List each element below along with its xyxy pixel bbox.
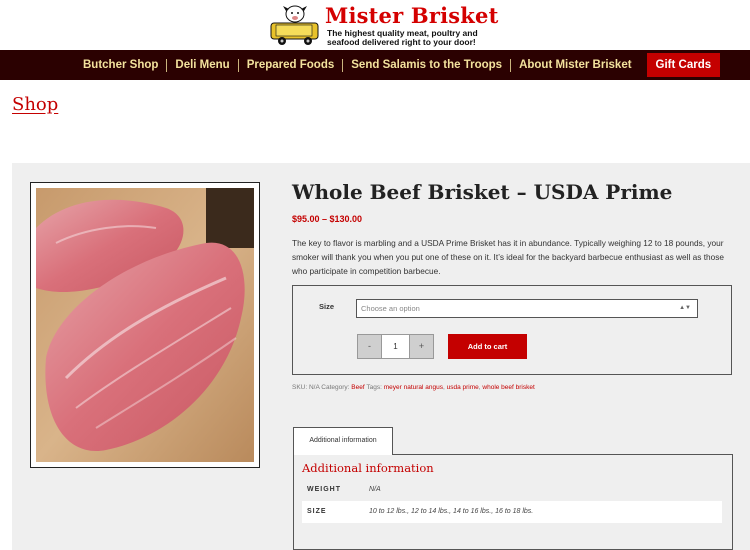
meatmobile-truck-icon [270,5,319,45]
nav-butcher-shop[interactable]: Butcher Shop [75,59,166,71]
tags-label: Tags: [366,384,382,391]
nav-send-salamis[interactable]: Send Salamis to the Troops [343,59,510,71]
nav-about[interactable]: About Mister Brisket [511,59,639,71]
brisket-photo-icon [36,188,254,462]
attribute-value: N/A [369,486,381,493]
category-link-beef[interactable]: Beef [351,384,364,391]
tab-additional-information[interactable]: Additional information [293,427,393,455]
attribute-value: 10 to 12 lbs., 12 to 14 lbs., 14 to 16 l… [369,508,534,515]
product-meta: SKU: N/A Category: Beef Tags: meyer natu… [292,384,535,391]
quantity-increase-button[interactable]: + [409,334,434,359]
brand-tagline: The highest quality meat, poultry and se… [327,29,478,47]
attribute-row-size: SIZE 10 to 12 lbs., 12 to 14 lbs., 14 to… [302,501,722,523]
size-select[interactable]: Choose an option ▲▼ [356,299,698,318]
tagline-line-2: seafood delivered right to your door! [327,37,476,47]
size-select-value: Choose an option [361,304,420,313]
panel-title: Additional information [302,461,434,475]
brand-name: Mister Brisket [325,3,499,28]
product-image[interactable] [30,182,260,468]
site-header: Mister Brisket The highest quality meat,… [0,0,750,50]
sku: SKU: N/A [292,384,320,391]
nav-deli-menu[interactable]: Deli Menu [167,59,237,71]
quantity-decrease-button[interactable]: - [357,334,382,359]
product-title: Whole Beef Brisket – USDA Prime [292,180,673,204]
tag-link[interactable]: whole beef brisket [482,384,534,391]
add-to-cart-button[interactable]: Add to cart [448,334,527,359]
nav-divider [342,58,344,72]
select-arrows-icon: ▲▼ [679,305,691,311]
nav-prepared-foods[interactable]: Prepared Foods [239,59,343,71]
tag-link[interactable]: meyer natural angus [384,384,443,391]
tag-link[interactable]: usda prime [447,384,479,391]
nav-gift-cards[interactable]: Gift Cards [646,53,721,77]
quantity-input[interactable]: 1 [382,334,409,359]
nav-divider [237,58,239,72]
nav-divider [510,58,512,72]
attribute-label: WEIGHT [307,486,341,493]
shop-link[interactable]: Shop [12,94,58,115]
main-nav: Butcher Shop Deli Menu Prepared Foods Se… [0,50,750,80]
category-label: Category: [321,384,350,391]
product-price: $95.00 – $130.00 [292,214,363,224]
attribute-label: SIZE [307,508,327,515]
site-logo[interactable]: Mister Brisket The highest quality meat,… [270,3,498,47]
attribute-row-weight: WEIGHT N/A [302,479,722,501]
nav-divider [166,58,168,72]
size-label: Size [319,302,335,311]
product-description: The key to flavor is marbling and a USDA… [292,238,724,276]
